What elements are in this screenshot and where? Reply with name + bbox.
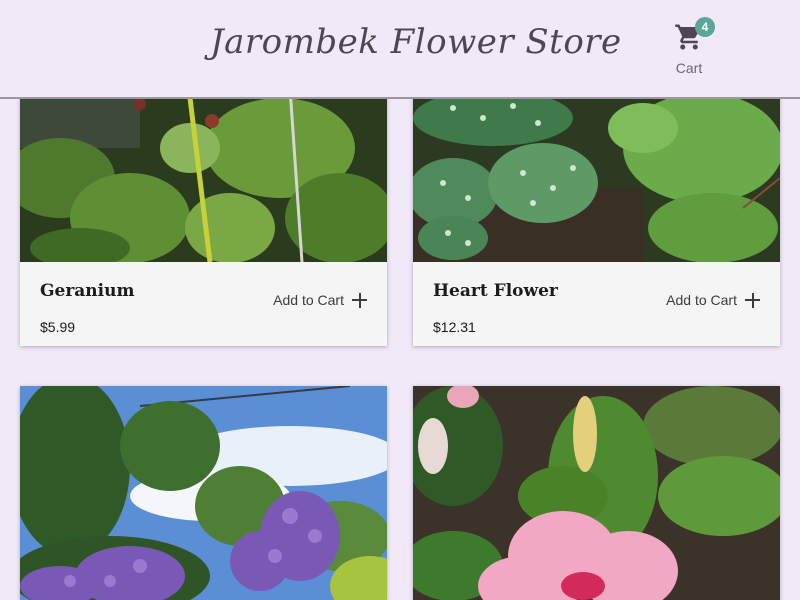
add-to-cart-label: Add to Cart	[273, 292, 344, 308]
product-name: Heart Flower	[433, 281, 558, 301]
product-card-periwinkle	[413, 386, 780, 600]
product-image-geranium	[20, 88, 387, 262]
product-image-periwinkle	[413, 386, 780, 600]
product-card-lilac	[20, 386, 387, 600]
product-card-heart-flower: Heart Flower Add to Cart $12.31	[413, 88, 780, 346]
add-to-cart-button[interactable]: Add to Cart	[666, 292, 760, 308]
plus-icon	[745, 292, 760, 308]
plus-icon	[352, 292, 367, 308]
add-to-cart-button[interactable]: Add to Cart	[273, 292, 367, 308]
app-header: Jarombek Flower Store 4 Cart	[0, 0, 800, 99]
store-title: Jarombek Flower Store	[210, 22, 622, 62]
product-price: $5.99	[40, 319, 76, 335]
cart-label: Cart	[675, 60, 703, 76]
product-image-heart-flower	[413, 88, 780, 262]
product-card-geranium: Geranium Add to Cart $5.99	[20, 88, 387, 346]
product-price: $12.31	[433, 319, 476, 335]
add-to-cart-label: Add to Cart	[666, 292, 737, 308]
cart-button[interactable]: 4 Cart	[666, 17, 715, 80]
product-image-lilac	[20, 386, 387, 600]
cart-count-badge: 4	[695, 17, 715, 37]
product-name: Geranium	[40, 281, 135, 301]
